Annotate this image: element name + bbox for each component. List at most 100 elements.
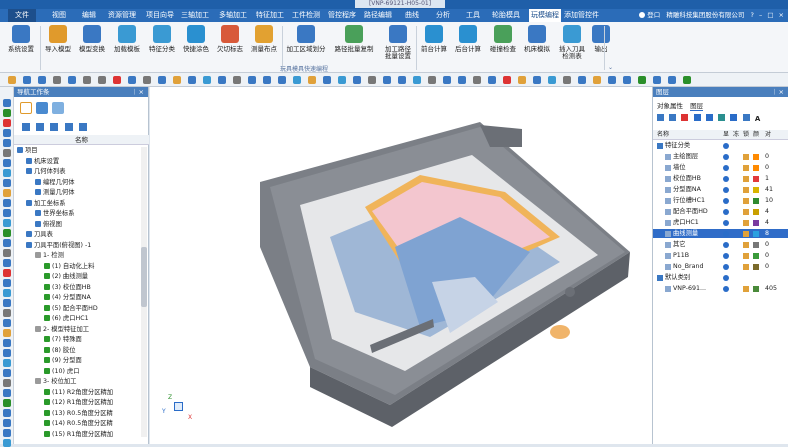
layer-row[interactable]: 配合平面HD 4: [653, 207, 788, 216]
toolbar-tool-icon[interactable]: [548, 76, 556, 84]
layer-row[interactable]: 主绘图层 0: [653, 152, 788, 161]
nav-tree-item[interactable]: (14) R0.5角度分区精: [44, 419, 113, 428]
eye-icon[interactable]: [723, 220, 729, 226]
3d-viewport[interactable]: Z Y X: [150, 87, 652, 444]
nav-tree-item[interactable]: 测量几何体: [35, 188, 74, 197]
toolbar-tool-icon[interactable]: [683, 76, 691, 84]
layer-row[interactable]: VNP-691... 405: [653, 284, 788, 293]
toolbar-tool-icon[interactable]: [368, 76, 376, 84]
nav-tree-item[interactable]: (5) 配合平面HD: [44, 304, 98, 313]
toolbar-tool-icon[interactable]: [458, 76, 466, 84]
nav-tree-item[interactable]: (11) R2角度分区精加: [44, 388, 113, 397]
toolbar-tool-icon[interactable]: [533, 76, 541, 84]
layer-row[interactable]: 其它 0: [653, 240, 788, 249]
toolbar-tool-icon[interactable]: [53, 76, 61, 84]
toolbar-tool-icon[interactable]: [638, 76, 646, 84]
ribbon-button[interactable]: 机床模拟: [520, 25, 554, 63]
side-tool-icon[interactable]: [3, 419, 11, 427]
ribbon-button[interactable]: 插入刀具 检测表: [556, 25, 588, 63]
lock-icon[interactable]: [743, 253, 749, 259]
side-tool-icon[interactable]: [3, 359, 11, 367]
toolbar-tool-icon[interactable]: [668, 76, 676, 84]
side-tool-icon[interactable]: [3, 339, 11, 347]
layer-icon[interactable]: [52, 102, 65, 114]
side-tool-icon[interactable]: [3, 99, 11, 107]
filter-icon[interactable]: [718, 114, 726, 121]
menu-item[interactable]: 特征加工: [256, 9, 284, 22]
layer-color-swatch[interactable]: [753, 253, 759, 259]
nav-tree-item[interactable]: 3- 校位加工: [35, 377, 76, 386]
layer-row[interactable]: 行位槽HC1 10: [653, 196, 788, 205]
layer-color-swatch[interactable]: [753, 198, 759, 204]
toolbar-tool-icon[interactable]: [68, 76, 76, 84]
toolbar-tool-icon[interactable]: [113, 76, 121, 84]
menu-item[interactable]: 分析: [436, 9, 450, 22]
eye-icon[interactable]: [723, 187, 729, 193]
lock-icon[interactable]: [743, 286, 749, 292]
menu-item[interactable]: 工件检测: [292, 9, 320, 22]
sort-icon[interactable]: [730, 114, 738, 121]
menu-item[interactable]: 多轴加工: [219, 9, 247, 22]
lock-icon[interactable]: [743, 209, 749, 215]
side-tool-icon[interactable]: [3, 119, 11, 127]
eye-icon[interactable]: [723, 264, 729, 270]
lock-icon[interactable]: [743, 220, 749, 226]
new-layer-icon[interactable]: [657, 114, 664, 121]
nav-tree-item[interactable]: 俯视图: [35, 220, 62, 229]
layer-row[interactable]: P11B 0: [653, 251, 788, 260]
ribbon-button[interactable]: 导入模型: [42, 25, 74, 63]
nav-tree-item[interactable]: 项目: [17, 146, 38, 155]
nav-tree-item[interactable]: (8) 胶位: [44, 346, 76, 355]
side-tool-icon[interactable]: [3, 179, 11, 187]
toolbar-tool-icon[interactable]: [83, 76, 91, 84]
nav-tree-item[interactable]: (10) 虎口: [44, 367, 80, 376]
nav-tree-item[interactable]: (7) 特殊面: [44, 335, 82, 344]
minimize-icon[interactable]: –: [759, 11, 762, 19]
side-tool-icon[interactable]: [3, 429, 11, 437]
layer-color-swatch[interactable]: [753, 220, 759, 226]
eye-icon[interactable]: [723, 242, 729, 248]
menu-item[interactable]: 路径编辑: [364, 9, 392, 22]
nav-scrollbar[interactable]: [141, 147, 147, 437]
text-icon[interactable]: A: [755, 115, 760, 123]
toolbar-tool-icon[interactable]: [278, 76, 286, 84]
eye-icon[interactable]: [723, 275, 729, 281]
side-tool-icon[interactable]: [3, 209, 11, 217]
layer-row[interactable]: 墙位 0: [653, 163, 788, 172]
side-tool-icon[interactable]: [3, 139, 11, 147]
layer-row[interactable]: No_Brand 0: [653, 262, 788, 271]
ribbon-button[interactable]: 碰撞检查: [487, 25, 519, 63]
eye-icon[interactable]: [723, 143, 729, 149]
side-tool-icon[interactable]: [3, 169, 11, 177]
side-tool-icon[interactable]: [3, 159, 11, 167]
layer-color-swatch[interactable]: [753, 242, 759, 248]
side-tool-icon[interactable]: [3, 349, 11, 357]
nav-tree-item[interactable]: (4) 分型面NA: [44, 293, 91, 302]
toolbar-tool-icon[interactable]: [173, 76, 181, 84]
side-tool-icon[interactable]: [3, 219, 11, 227]
nav-tree-item[interactable]: 机床设置: [26, 157, 59, 166]
layer-color-swatch[interactable]: [753, 154, 759, 160]
toolbar-tool-icon[interactable]: [473, 76, 481, 84]
move-up-icon[interactable]: [693, 114, 701, 121]
toolbar-tool-icon[interactable]: [383, 76, 391, 84]
lock-icon[interactable]: [743, 176, 749, 182]
move-down-icon[interactable]: [705, 114, 713, 121]
tab-layers[interactable]: 图层: [690, 102, 704, 111]
toolbar-tool-icon[interactable]: [503, 76, 511, 84]
nav-tree-item[interactable]: (2) 曲线测量: [44, 272, 88, 281]
menu-item[interactable]: 玩模编程: [529, 9, 561, 22]
toolbar-tool-icon[interactable]: [563, 76, 571, 84]
login-link[interactable]: 登口: [647, 11, 660, 19]
menu-item[interactable]: 轮胎模具: [492, 9, 520, 22]
ribbon-button[interactable]: 快捷涂色: [180, 25, 212, 63]
toolbar-tool-icon[interactable]: [218, 76, 226, 84]
toolbar-tool-icon[interactable]: [293, 76, 301, 84]
toolbar-tool-icon[interactable]: [143, 76, 151, 84]
ribbon-button[interactable]: 路径批量复制: [330, 25, 378, 63]
menu-item[interactable]: 添加管控件: [564, 9, 599, 22]
toolbar-tool-icon[interactable]: [38, 76, 46, 84]
close-icon[interactable]: ×: [779, 11, 784, 19]
nav-scroll-thumb[interactable]: [141, 247, 147, 307]
toolbar-tool-icon[interactable]: [653, 76, 661, 84]
